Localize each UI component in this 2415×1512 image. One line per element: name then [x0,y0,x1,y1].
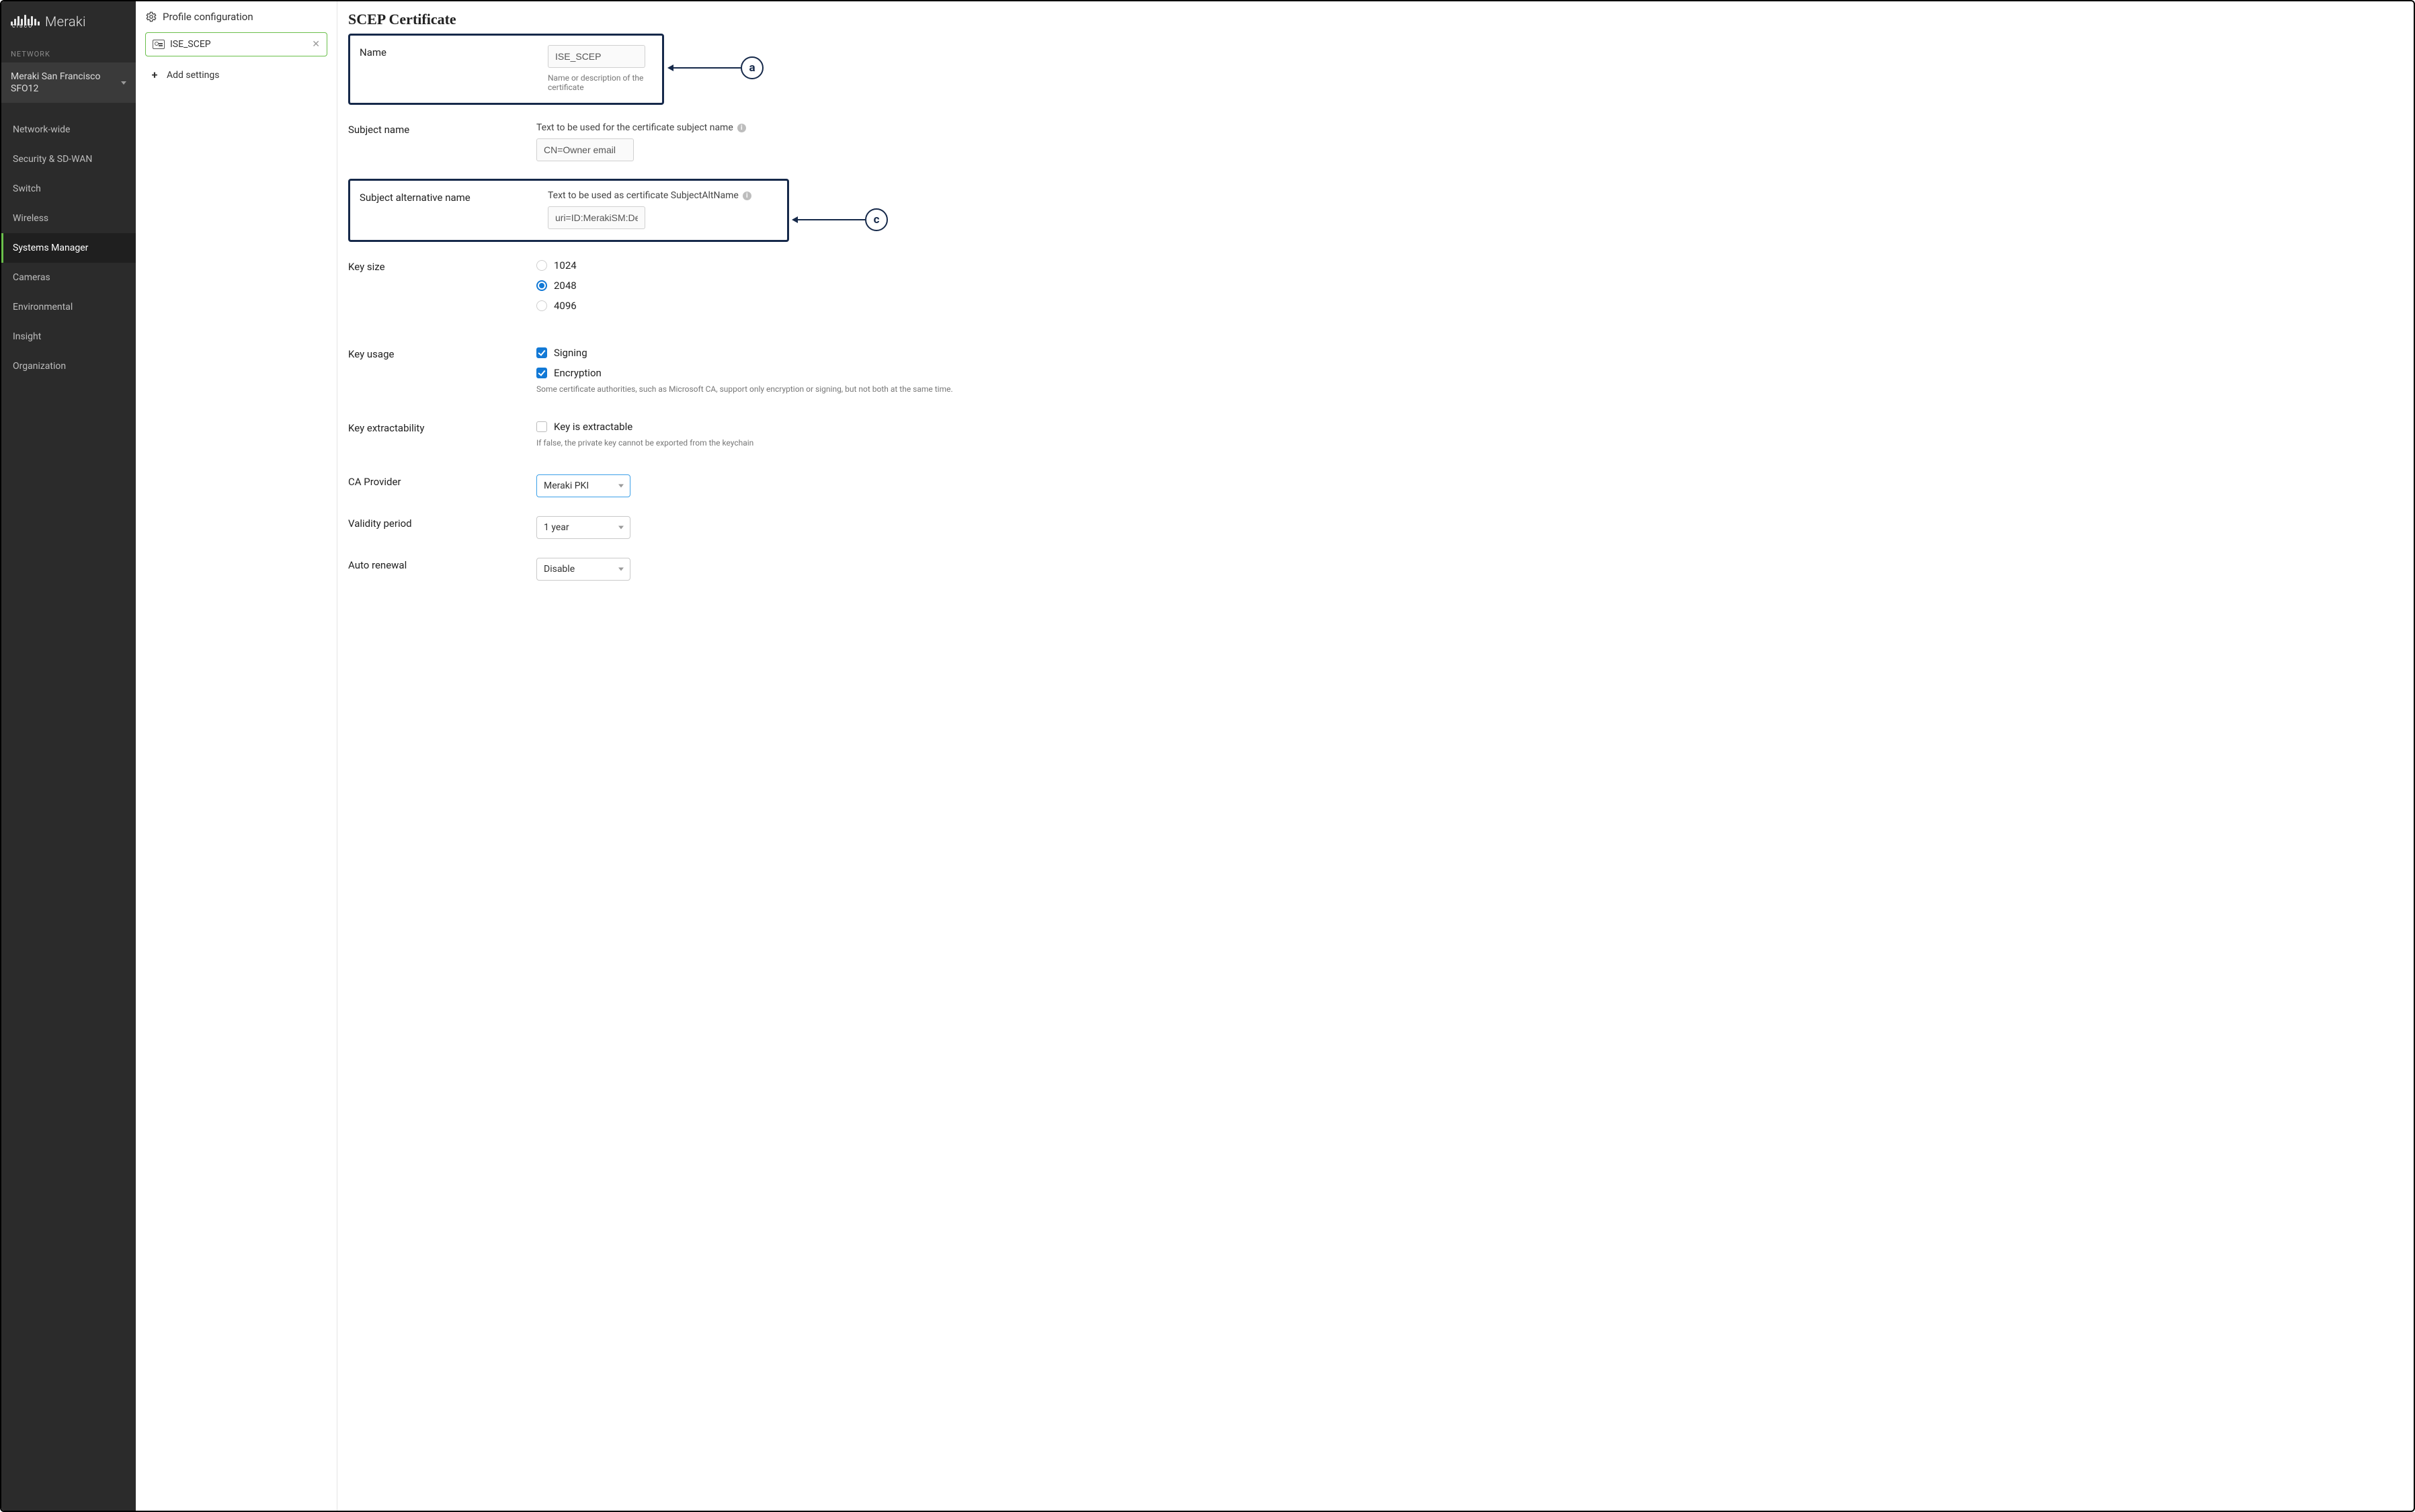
selected-setting-label: ISE_SCEP [170,39,211,50]
chevron-down-icon [121,81,126,85]
settings-title: Profile configuration [163,11,253,23]
sidebar-item-wireless[interactable]: Wireless [1,204,136,233]
key-extract-label: Key extractability [348,421,536,448]
key-usage-row: Key usage Signing Encryption Some certif… [348,337,2403,411]
chevron-down-icon [618,485,624,488]
subject-name-label: Subject name [348,122,536,161]
remove-setting-button[interactable]: ✕ [312,39,320,50]
subject-name-hint: Text to be used for the certificate subj… [536,122,733,133]
sidebar-item-organization[interactable]: Organization [1,351,136,381]
key-usage-helper: Some certificate authorities, such as Mi… [536,384,2403,394]
chevron-down-icon [618,526,624,530]
validity-select[interactable]: 1 year [536,516,630,539]
checkbox-checked-icon[interactable] [536,368,547,378]
key-extract-row: Key extractability Key is extractable If… [348,411,2403,465]
key-size-label: Key size [348,259,536,320]
selected-setting-pill[interactable]: ISE_SCEP ✕ [145,32,327,56]
info-icon[interactable]: i [743,192,751,200]
checkbox-icon[interactable] [536,421,547,432]
radio-icon[interactable] [536,260,547,271]
key-size-1024[interactable]: 1024 [536,259,2403,271]
sidebar-item-environmental[interactable]: Environmental [1,292,136,322]
id-card-icon [153,40,165,49]
chevron-down-icon [618,568,624,571]
key-usage-signing[interactable]: Signing [536,347,2403,359]
callout-box-c: Subject alternative name Text to be used… [348,179,789,242]
annotation-c-label: c [865,208,888,231]
auto-renewal-row: Auto renewal Disable [348,548,2403,590]
settings-header: Profile configuration [145,11,327,23]
subject-name-row: Subject name Text to be used for the cer… [348,113,2403,179]
key-size-4096[interactable]: 4096 [536,300,2403,312]
brand-vendor: cisco [12,23,40,30]
page-title: SCEP Certificate [348,11,2403,28]
annotation-marker-a: a [667,56,764,79]
key-usage-label: Key usage [348,347,536,394]
network-selector[interactable]: Meraki San Francisco SFO12 [1,62,136,103]
sidebar-item-switch[interactable]: Switch [1,174,136,204]
callout-box-a: Name Name or description of the certific… [348,34,664,105]
annotation-marker-c: c [792,208,888,231]
sidebar-item-network-wide[interactable]: Network-wide [1,115,136,144]
name-input[interactable] [548,45,645,68]
settings-column: Profile configuration ISE_SCEP ✕ + Add s… [136,1,337,1511]
annotation-a-label: a [741,56,764,79]
sidebar-section-label: NETWORK [1,36,136,62]
radio-checked-icon[interactable] [536,280,547,291]
key-size-row: Key size 1024 2048 4096 [348,250,2403,337]
san-input[interactable] [548,206,645,229]
validity-label: Validity period [348,516,536,539]
plus-icon: + [151,69,159,81]
subject-name-input[interactable] [536,138,634,161]
brand-logo: cisco Meraki [1,1,136,36]
key-extract-option[interactable]: Key is extractable [536,421,2403,433]
network-name: Meraki San Francisco SFO12 [11,71,121,95]
key-usage-encryption[interactable]: Encryption [536,367,2403,379]
san-hint: Text to be used as certificate SubjectAl… [548,190,739,201]
key-size-2048[interactable]: 2048 [536,280,2403,292]
brand-product: Meraki [45,13,86,30]
app-frame: cisco Meraki NETWORK Meraki San Francisc… [0,0,2415,1512]
auto-renewal-select[interactable]: Disable [536,558,630,581]
info-icon[interactable]: i [737,124,746,132]
name-helper: Name or description of the certificate [548,73,653,92]
checkbox-checked-icon[interactable] [536,347,547,358]
key-extract-helper: If false, the private key cannot be expo… [536,438,2403,448]
sidebar: cisco Meraki NETWORK Meraki San Francisc… [1,1,136,1511]
gear-icon [145,11,157,23]
main-content: SCEP Certificate Name Name or descriptio… [337,1,2414,1511]
sidebar-item-cameras[interactable]: Cameras [1,263,136,292]
add-settings-button[interactable]: + Add settings [145,60,327,89]
name-label: Name [360,45,548,92]
ca-provider-select[interactable]: Meraki PKI [536,474,630,497]
sidebar-item-insight[interactable]: Insight [1,322,136,351]
sidebar-item-systems-manager[interactable]: Systems Manager [1,233,136,263]
ca-provider-label: CA Provider [348,474,536,497]
radio-icon [536,300,547,311]
auto-renewal-label: Auto renewal [348,558,536,581]
san-label: Subject alternative name [360,190,548,229]
sidebar-nav: Network-wide Security & SD-WAN Switch Wi… [1,115,136,381]
ca-provider-row: CA Provider Meraki PKI [348,465,2403,507]
sidebar-item-security-sdwan[interactable]: Security & SD-WAN [1,144,136,174]
add-settings-label: Add settings [167,70,219,81]
validity-row: Validity period 1 year [348,507,2403,548]
